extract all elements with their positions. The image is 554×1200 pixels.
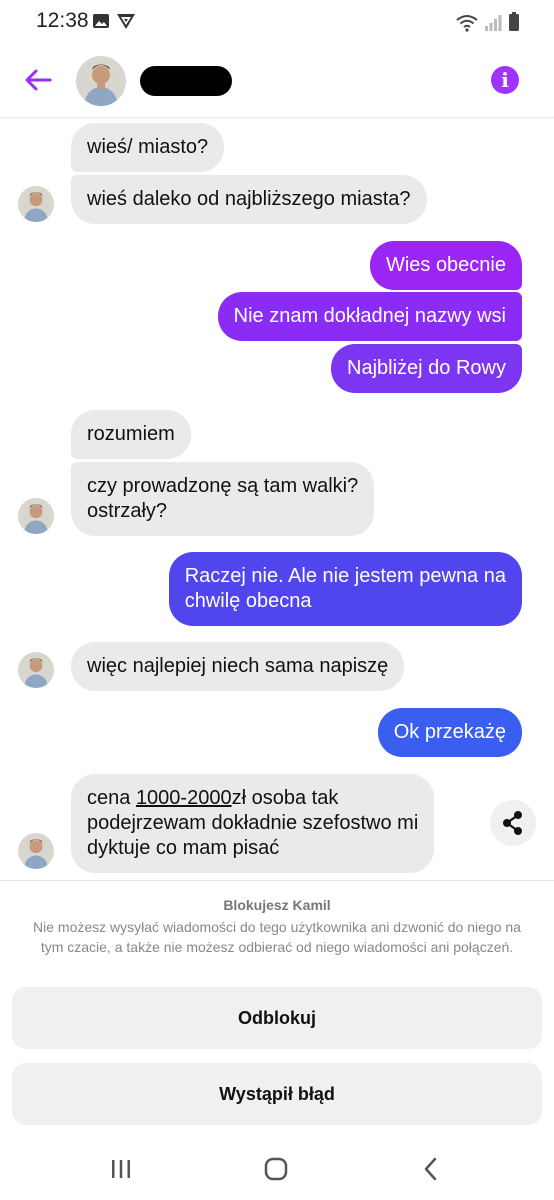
error-button[interactable]: Wystąpił błąd — [12, 1063, 542, 1125]
unblock-button[interactable]: Odblokuj — [12, 987, 542, 1049]
message-incoming[interactable]: rozumiem — [71, 410, 191, 459]
shield-notification-icon — [117, 14, 135, 29]
message-outgoing[interactable]: Nie znam dokładnej nazwy wsi — [217, 292, 522, 341]
sender-avatar[interactable] — [18, 498, 54, 534]
blocked-description: Nie możesz wysyłać wiadomości do tego uż… — [33, 919, 521, 955]
blocked-title: Blokujesz Kamil — [223, 897, 331, 913]
sender-avatar[interactable] — [18, 652, 54, 688]
status-time: 12:38 — [36, 9, 89, 32]
price-link[interactable]: 1000-2000 — [136, 787, 232, 809]
sender-avatar[interactable] — [18, 833, 54, 869]
back-chevron-icon[interactable] — [422, 1157, 440, 1181]
contact-avatar[interactable] — [76, 56, 126, 106]
message-outgoing[interactable]: Raczej nie. Ale nie jestem pewna na chwi… — [168, 552, 522, 626]
battery-icon — [509, 12, 519, 31]
arrow-left-icon[interactable] — [22, 64, 54, 96]
info-icon[interactable]: i — [491, 66, 519, 94]
chat-header: i — [0, 42, 554, 118]
redacted-contact-name — [140, 66, 232, 96]
sender-avatar[interactable] — [18, 186, 54, 222]
home-icon[interactable] — [264, 1157, 288, 1181]
message-outgoing[interactable]: Ok przekażę — [377, 708, 522, 757]
system-nav-bar — [0, 1140, 554, 1200]
signal-icon — [485, 15, 502, 31]
message-outgoing[interactable]: Wies obecnie — [369, 241, 522, 290]
status-bar: 12:38 — [0, 0, 554, 42]
message-incoming[interactable]: wieś/ miasto? — [71, 123, 225, 172]
share-icon — [503, 811, 522, 835]
share-button[interactable] — [490, 800, 536, 846]
message-incoming[interactable]: cena 1000-2000zł osoba tak podejrzewam d… — [71, 774, 435, 873]
recents-icon[interactable] — [110, 1158, 132, 1180]
gallery-notification-icon — [93, 14, 109, 28]
message-incoming[interactable]: wieś daleko od najbliższego miasta? — [71, 175, 427, 224]
message-incoming[interactable]: więc najlepiej niech sama napiszę — [71, 642, 405, 691]
message-outgoing[interactable]: Najbliżej do Rowy — [331, 344, 522, 393]
message-incoming[interactable]: czy prowadzonę są tam walki? ostrzały? — [71, 462, 375, 536]
wifi-icon — [456, 15, 478, 32]
blocked-notice-panel: Blokujesz Kamil Nie możesz wysyłać wiado… — [0, 880, 554, 1140]
